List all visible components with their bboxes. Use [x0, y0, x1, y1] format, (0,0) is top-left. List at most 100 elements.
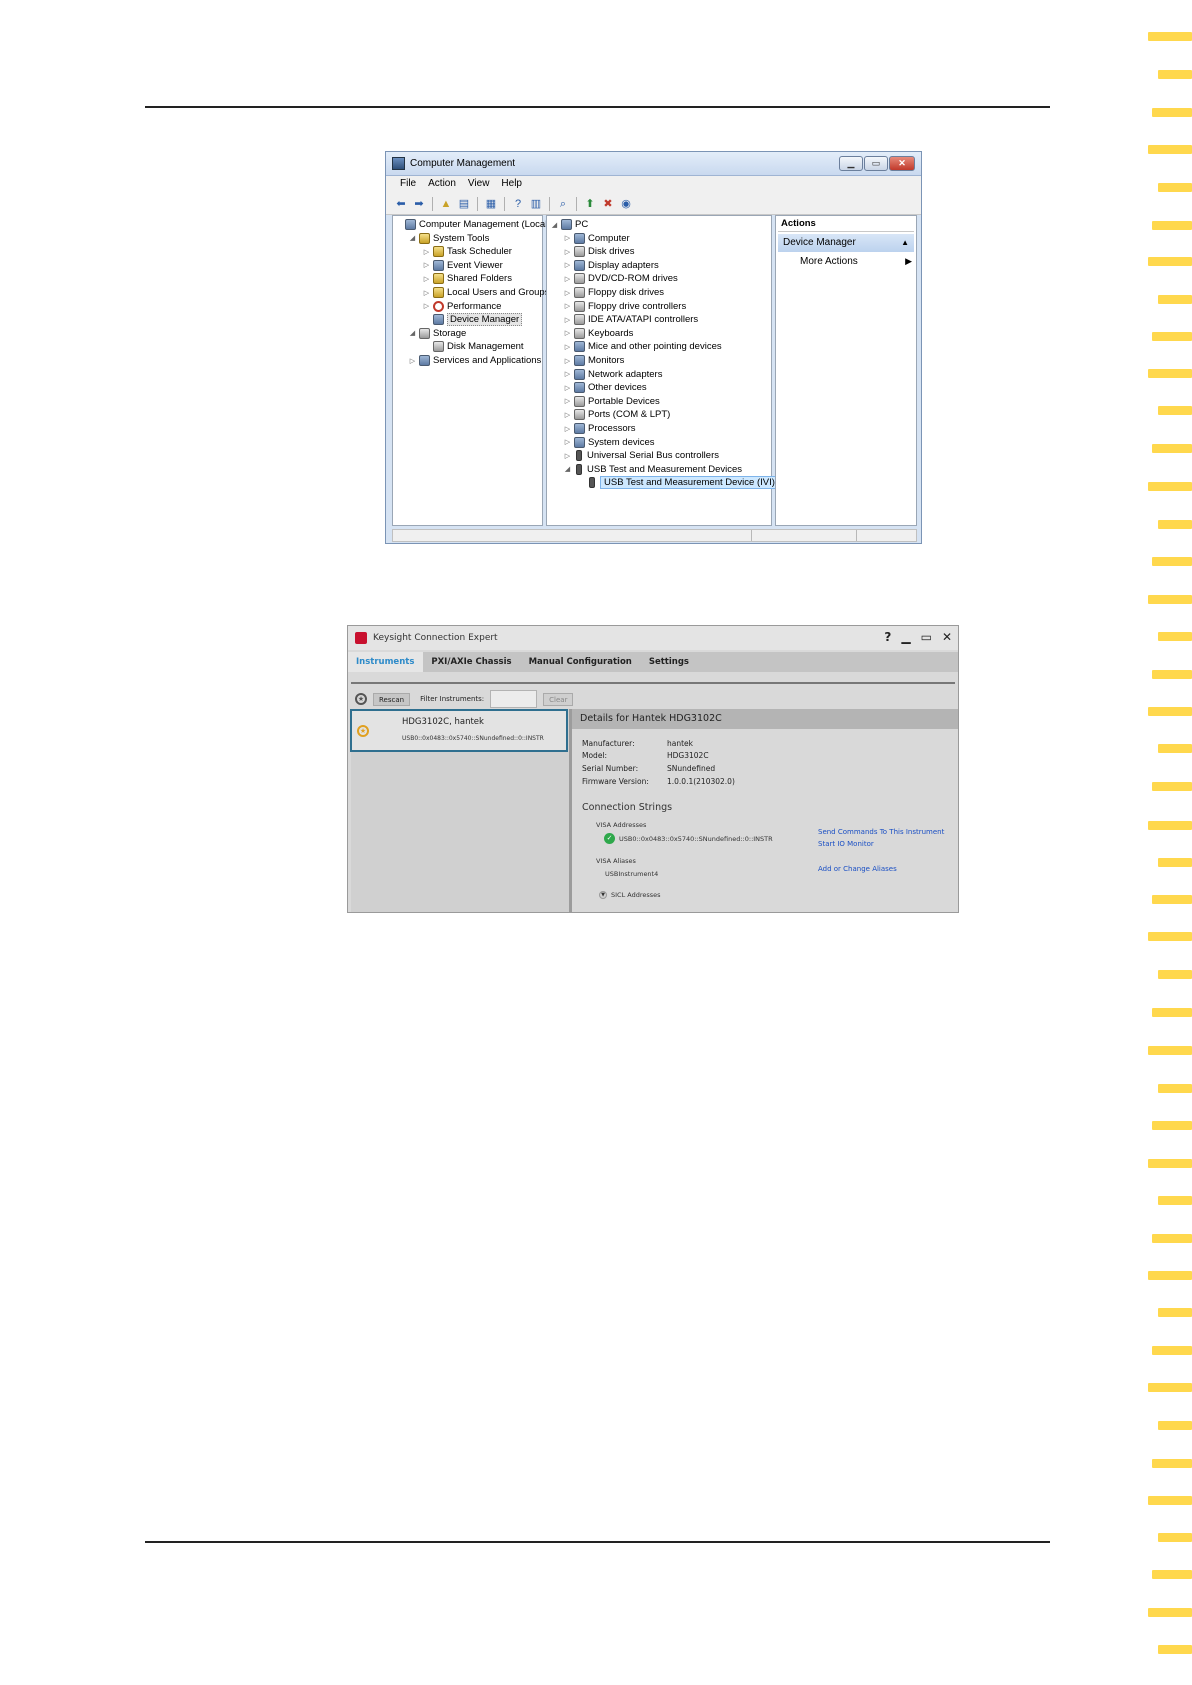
collapse-up-icon[interactable]: ▲: [901, 238, 909, 247]
expand-arrow-icon[interactable]: ▷: [564, 452, 571, 460]
expand-arrow-icon[interactable]: ▷: [423, 248, 430, 256]
title-bar[interactable]: Keysight Connection Expert ? ▁ ▭ ✕: [348, 626, 958, 650]
tree-item[interactable]: ▷ Universal Serial Bus controllers: [564, 449, 719, 462]
forward-arrow-icon[interactable]: ➡: [412, 197, 426, 211]
start-io-monitor-link[interactable]: Start IO Monitor: [818, 840, 874, 848]
expand-arrow-icon[interactable]: ▷: [564, 302, 571, 310]
expand-arrow-icon[interactable]: ▷: [564, 438, 571, 446]
tree-item[interactable]: ▷ Computer: [564, 232, 630, 245]
tree-item[interactable]: ◢ PC: [551, 218, 588, 231]
tree-item[interactable]: Computer Management (Local): [395, 218, 550, 231]
expand-arrow-icon[interactable]: ▷: [564, 275, 571, 283]
tree-item[interactable]: ▷ Floppy disk drives: [564, 286, 664, 299]
tree-item[interactable]: ▷ Services and Applications: [409, 354, 541, 367]
expand-chevron-icon[interactable]: ▼: [599, 891, 607, 899]
expand-arrow-icon[interactable]: ◢: [409, 329, 416, 337]
tree-item[interactable]: ▷ Network adapters: [564, 368, 662, 381]
title-bar[interactable]: Computer Management ▁ ▭ ✕: [386, 152, 921, 176]
expand-arrow-icon[interactable]: ▷: [564, 343, 571, 351]
tab-pxi-axie-chassis[interactable]: PXI/AXIe Chassis: [423, 652, 520, 672]
actions-section-device-manager[interactable]: Device Manager ▲: [778, 234, 914, 252]
expand-arrow-icon[interactable]: ◢: [409, 234, 416, 242]
menu-view[interactable]: View: [462, 176, 496, 193]
tree-item[interactable]: ▷ Keyboards: [564, 327, 633, 340]
tree-item[interactable]: ▷ IDE ATA/ATAPI controllers: [564, 313, 698, 326]
menu-file[interactable]: File: [394, 176, 422, 193]
tree-item[interactable]: ▷ Performance: [423, 300, 501, 313]
menu-action[interactable]: Action: [422, 176, 462, 193]
properties-icon[interactable]: ▦: [484, 197, 498, 211]
expand-arrow-icon[interactable]: ▷: [423, 302, 430, 310]
expand-arrow-icon[interactable]: ▷: [409, 357, 416, 365]
send-commands-link[interactable]: Send Commands To This Instrument: [818, 828, 944, 836]
uninstall-icon[interactable]: ✖: [601, 197, 615, 211]
add-change-aliases-link[interactable]: Add or Change Aliases: [818, 865, 897, 873]
tree-item[interactable]: ◢ System Tools: [409, 232, 489, 245]
tree-item[interactable]: ▷ Floppy drive controllers: [564, 300, 686, 313]
filter-input[interactable]: [490, 690, 538, 708]
minimize-button[interactable]: ▁: [839, 156, 863, 171]
tree-item[interactable]: ▷ Other devices: [564, 381, 647, 394]
tree-item[interactable]: ▷ Shared Folders: [423, 272, 512, 285]
update-driver-icon[interactable]: ⬆: [583, 197, 597, 211]
expand-arrow-icon[interactable]: ◢: [564, 465, 571, 473]
expand-arrow-icon[interactable]: ▷: [564, 289, 571, 297]
visa-address-value[interactable]: USB0::0x0483::0x5740::SNundefined::0::IN…: [619, 835, 773, 843]
expand-arrow-icon[interactable]: ▷: [564, 397, 571, 405]
tab-settings[interactable]: Settings: [641, 652, 698, 672]
expand-arrow-icon[interactable]: ▷: [564, 234, 571, 242]
tree-item[interactable]: ▷ Task Scheduler: [423, 245, 512, 258]
expand-arrow-icon[interactable]: ▷: [564, 384, 571, 392]
favorite-star-icon[interactable]: ★: [357, 725, 369, 737]
tree-item[interactable]: ▷ Processors: [564, 422, 636, 435]
close-button[interactable]: ✕: [889, 156, 915, 171]
scan-hardware-icon[interactable]: ⌕: [556, 197, 570, 211]
show-hide-tree-icon[interactable]: ▤: [457, 197, 471, 211]
maximize-button[interactable]: ▭: [864, 156, 888, 171]
more-actions-item[interactable]: More Actions ▶: [800, 256, 914, 267]
expand-arrow-icon[interactable]: ▷: [423, 261, 430, 269]
tree-item[interactable]: ▷ Mice and other pointing devices: [564, 340, 722, 353]
tree-item[interactable]: ▷ Local Users and Groups: [423, 286, 549, 299]
expand-arrow-icon[interactable]: ▷: [564, 329, 571, 337]
tree-item[interactable]: ▷ Portable Devices: [564, 395, 660, 408]
expand-arrow-icon[interactable]: ▷: [423, 275, 430, 283]
favorites-star-icon[interactable]: ★: [355, 693, 367, 705]
tree-item[interactable]: ◢ USB Test and Measurement Devices: [564, 463, 742, 476]
visa-alias-value[interactable]: USBInstrument4: [605, 870, 658, 878]
up-folder-icon[interactable]: ▲: [439, 197, 453, 211]
tree-item[interactable]: Disk Management: [423, 340, 524, 353]
tree-item[interactable]: ▷ System devices: [564, 436, 655, 449]
back-arrow-icon[interactable]: ⬅: [394, 197, 408, 211]
help-icon[interactable]: ?: [511, 197, 525, 211]
tab-instruments[interactable]: Instruments: [348, 652, 424, 672]
enable-device-icon[interactable]: ◉: [619, 197, 633, 211]
help-icon[interactable]: ?: [884, 630, 891, 644]
tree-item[interactable]: ▷ Ports (COM & LPT): [564, 408, 670, 421]
sicl-addresses-label[interactable]: SICL Addresses: [611, 891, 661, 899]
tab-manual-configuration[interactable]: Manual Configuration: [521, 652, 641, 672]
expand-arrow-icon[interactable]: ◢: [551, 221, 558, 229]
expand-arrow-icon[interactable]: ▷: [564, 248, 571, 256]
maximize-icon[interactable]: ▭: [921, 630, 932, 644]
tree-item[interactable]: ▷ Event Viewer: [423, 259, 503, 272]
minimize-icon[interactable]: ▁: [901, 630, 910, 644]
clear-button[interactable]: Clear: [543, 692, 574, 706]
tree-item[interactable]: USB Test and Measurement Device (IVI): [577, 476, 779, 490]
tree-item[interactable]: ▷ DVD/CD-ROM drives: [564, 272, 678, 285]
tree-item[interactable]: ◢ Storage: [409, 327, 466, 340]
tree-item[interactable]: ▷ Monitors: [564, 354, 624, 367]
expand-arrow-icon[interactable]: ▷: [564, 370, 571, 378]
tree-item[interactable]: ▷ Display adapters: [564, 259, 659, 272]
tree-item[interactable]: ▷ Disk drives: [564, 245, 634, 258]
expand-arrow-icon[interactable]: ▷: [423, 289, 430, 297]
instrument-card[interactable]: ★ HDG3102C, hantek USB0::0x0483::0x5740:…: [350, 709, 568, 752]
expand-arrow-icon[interactable]: ▷: [564, 425, 571, 433]
expand-arrow-icon[interactable]: ▷: [564, 316, 571, 324]
rescan-button[interactable]: Rescan: [373, 692, 411, 706]
tree-item[interactable]: Device Manager: [423, 313, 523, 327]
expand-arrow-icon[interactable]: ▷: [564, 411, 571, 419]
expand-arrow-icon[interactable]: ▷: [564, 357, 571, 365]
menu-help[interactable]: Help: [495, 176, 528, 193]
show-hide-action-pane-icon[interactable]: ▥: [529, 197, 543, 211]
